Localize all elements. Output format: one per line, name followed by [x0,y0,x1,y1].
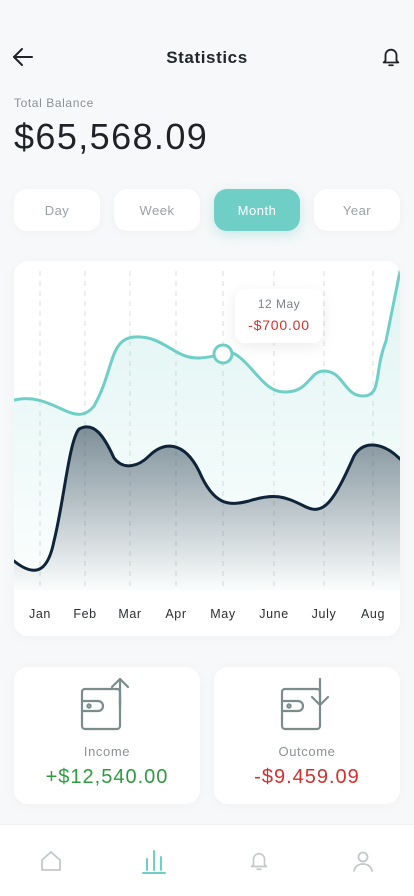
chart-svg [14,269,400,591]
x-tick-label: May [210,607,236,621]
tooltip-amount: -$700.00 [248,317,310,333]
home-icon [41,851,61,871]
tab-day[interactable]: Day [14,189,100,231]
user-icon [353,851,373,872]
tab-year[interactable]: Year [314,189,400,231]
bell-icon [250,852,268,871]
outcome-value: -$9.459.09 [254,766,360,788]
income-value: +$12,540.00 [45,766,169,788]
highlight-point[interactable] [212,343,234,365]
wallet-arrow-up-icon [80,677,130,731]
outcome-card[interactable]: Outcome -$9.459.09 [214,667,400,804]
bar-chart-icon [142,850,166,874]
page-title: Statistics [166,48,248,67]
x-tick-label: June [259,607,289,621]
balance-amount: $65,568.09 [14,116,209,157]
income-label: Income [83,744,131,759]
tab-week[interactable]: Week [114,189,200,231]
nav-statistics[interactable] [140,847,168,875]
tab-month[interactable]: Month [214,189,300,231]
notifications-button[interactable] [378,44,404,70]
x-tick-label: Jan [29,607,51,621]
chart-tooltip: 12 May -$700.00 [235,289,323,343]
nav-notifications[interactable] [245,847,273,875]
x-tick-label: Apr [165,607,187,621]
balance-label: Total Balance [14,96,94,110]
x-tick-label: Feb [73,607,97,621]
tooltip-date: 12 May [257,297,301,311]
outcome-label: Outcome [278,744,336,759]
x-tick-label: July [311,607,337,621]
income-card[interactable]: Income +$12,540.00 [14,667,200,804]
period-tabs: Day Week Month Year [14,189,401,231]
bottom-navigation [0,824,414,896]
nav-home[interactable] [37,847,65,875]
header: Statistics [0,0,414,96]
x-tick-label: Mar [118,607,142,621]
x-tick-label: Aug [360,607,386,621]
nav-profile[interactable] [349,847,377,875]
bell-icon [382,48,400,67]
statistics-chart: 12 May -$700.00 Jan Feb Mar Apr May June July A… [14,261,400,636]
wallet-arrow-down-icon [280,677,330,731]
